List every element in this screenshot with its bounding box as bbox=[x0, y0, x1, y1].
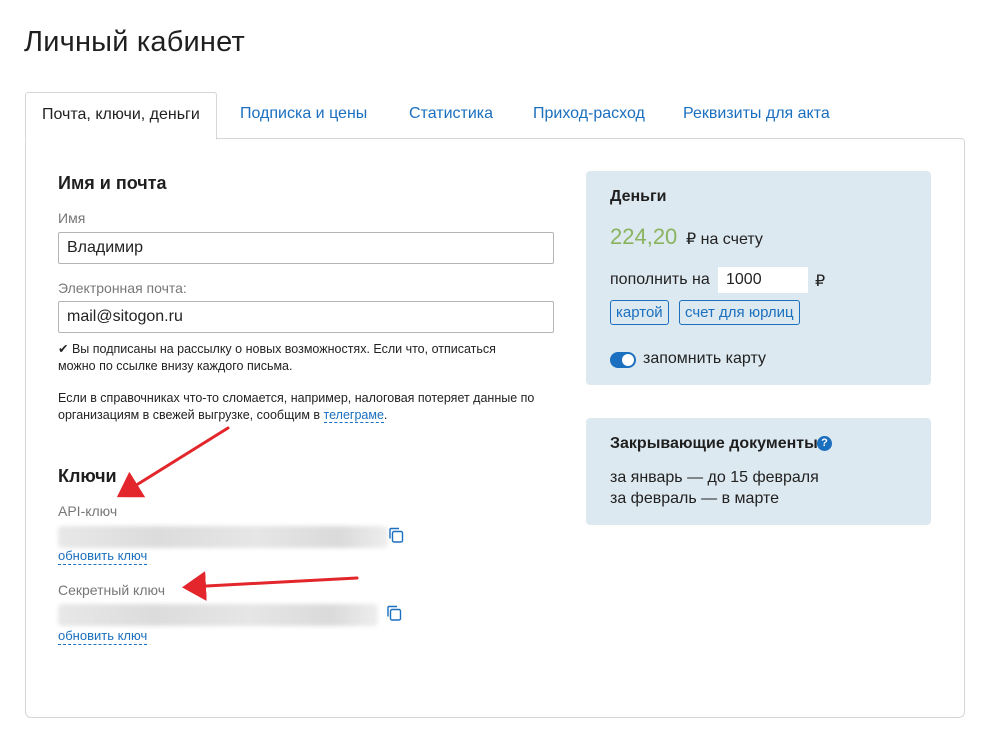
topup-amount-input[interactable] bbox=[718, 267, 808, 293]
tab-mail-keys-money[interactable]: Почта, ключи, деньги bbox=[25, 92, 217, 140]
name-label: Имя bbox=[58, 210, 86, 226]
directory-note-line1: Если в справочниках что-то сломается, на… bbox=[58, 391, 535, 405]
currency-sign: ₽ bbox=[815, 273, 826, 290]
remember-card-label: запомнить карту bbox=[643, 350, 766, 367]
secret-key-label: Секретный ключ bbox=[58, 582, 165, 598]
page-title: Личный кабинет bbox=[24, 26, 245, 58]
subscription-note: ✔ Вы подписаны на рассылку о новых возмо… bbox=[58, 341, 558, 375]
balance-suffix: ₽ на счету bbox=[686, 231, 763, 248]
subscription-note-line1: Вы подписаны на рассылку о новых возможн… bbox=[71, 342, 496, 356]
secret-key-update-link[interactable]: обновить ключ bbox=[58, 628, 148, 645]
keys-heading: Ключи bbox=[58, 466, 117, 486]
tab-subscription-prices[interactable]: Подписка и цены bbox=[240, 92, 367, 139]
copy-icon[interactable] bbox=[386, 605, 402, 621]
api-key-label: API-ключ bbox=[58, 503, 118, 519]
money-title: Деньги bbox=[610, 188, 667, 205]
telegram-link[interactable]: телеграме bbox=[323, 408, 384, 423]
topup-label: пополнить на bbox=[610, 271, 710, 288]
invoice-for-company-button[interactable]: счет для юрлиц bbox=[679, 300, 800, 325]
closing-docs-line1: за январь — до 15 февраля bbox=[610, 469, 819, 486]
tab-statistics[interactable]: Статистика bbox=[409, 92, 493, 139]
api-key-value-blurred bbox=[58, 526, 388, 548]
closing-documents-title: Закрывающие документы bbox=[610, 435, 818, 452]
tab-act-details[interactable]: Реквизиты для акта bbox=[683, 92, 830, 139]
pay-by-card-button[interactable]: картой bbox=[610, 300, 669, 325]
balance-amount: 224,20 bbox=[610, 224, 678, 249]
name-email-heading: Имя и почта bbox=[58, 173, 167, 193]
email-input[interactable] bbox=[58, 301, 554, 333]
remember-card-toggle[interactable] bbox=[610, 352, 636, 368]
email-label: Электронная почта: bbox=[58, 280, 187, 296]
tab-bar: Почта, ключи, деньги Подписка и цены Ста… bbox=[25, 92, 965, 140]
checkmark-icon: ✔ bbox=[58, 342, 69, 356]
name-input[interactable] bbox=[58, 232, 554, 264]
directory-note-end: . bbox=[383, 408, 388, 422]
directory-note-line2: организациям в свежей выгрузке, сообщим … bbox=[58, 408, 321, 422]
api-key-update-link[interactable]: обновить ключ bbox=[58, 548, 148, 565]
closing-docs-line2: за февраль — в марте bbox=[610, 490, 780, 507]
subscription-note-line2: можно по ссылке внизу каждого письма. bbox=[58, 359, 293, 373]
directory-note: Если в справочниках что-то сломается, на… bbox=[58, 390, 563, 424]
secret-key-value-blurred bbox=[58, 604, 378, 626]
help-icon[interactable]: ? bbox=[817, 436, 832, 451]
copy-icon[interactable] bbox=[388, 527, 404, 543]
tab-income-expense[interactable]: Приход-расход bbox=[533, 92, 645, 139]
